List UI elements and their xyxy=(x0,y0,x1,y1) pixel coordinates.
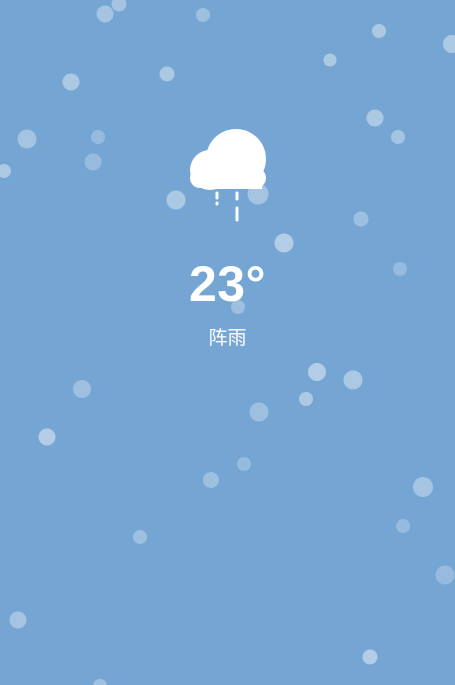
weather-card: 23° 阵雨 xyxy=(0,0,455,685)
weather-screen: 23° 阵雨 xyxy=(0,0,455,685)
cloud-rain-icon xyxy=(190,129,266,222)
weather-condition: 阵雨 xyxy=(208,328,247,349)
temperature: 23° xyxy=(188,256,267,312)
